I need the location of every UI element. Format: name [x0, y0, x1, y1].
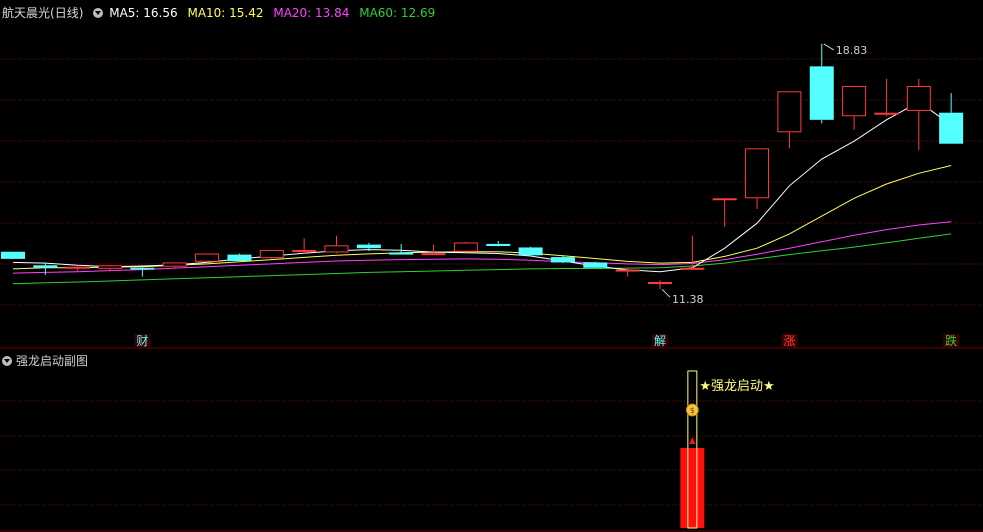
candle-body	[65, 266, 90, 269]
candle	[1, 251, 25, 259]
candlesticks	[1, 43, 964, 290]
collapse-icon[interactable]	[93, 8, 104, 18]
chart-svg: 18.83 11.38 财 解 涨 跌 $ ★强龙启动★	[0, 43, 983, 532]
low-pointer	[661, 288, 671, 298]
annotations: 18.83 11.38 财 解 涨 跌	[134, 43, 960, 348]
stock-name: 航天晨光(日线)	[2, 6, 83, 20]
collapse-icon[interactable]	[2, 356, 12, 366]
candle	[777, 91, 802, 149]
candle	[389, 243, 414, 255]
candle	[809, 43, 834, 124]
sub-panel-title: 强龙启动副图	[16, 354, 89, 368]
candle-body	[712, 198, 737, 201]
candle-body	[130, 267, 155, 270]
candle	[227, 253, 252, 262]
event-marker[interactable]: 涨	[781, 333, 798, 348]
candle-body	[227, 254, 252, 262]
candle-body	[195, 253, 220, 262]
signal-panel: $ ★强龙启动★	[680, 370, 775, 529]
candle-body	[874, 112, 899, 115]
candle-body	[615, 269, 640, 272]
candle-body	[1, 251, 25, 259]
candle	[195, 253, 220, 263]
candle	[874, 78, 899, 117]
ma5-line	[12, 101, 952, 273]
candle-body	[518, 247, 543, 256]
candle-body	[486, 243, 511, 247]
candle-body	[939, 112, 964, 144]
event-marker[interactable]: 财	[134, 334, 151, 348]
candle-body	[259, 249, 284, 259]
candle	[292, 238, 317, 254]
candle-body	[356, 244, 381, 249]
candle	[324, 235, 349, 254]
ma10-label: MA10: 15.42	[187, 6, 264, 20]
event-marker-text: 财	[136, 334, 148, 348]
candle	[453, 241, 478, 253]
signal-bar	[680, 448, 705, 528]
event-marker-text: 涨	[783, 333, 795, 348]
sub-panel-header: 强龙启动副图	[2, 352, 88, 369]
event-marker[interactable]: 跌	[943, 333, 960, 348]
ma20-label: MA20: 13.84	[273, 6, 350, 20]
candle-body	[583, 262, 608, 268]
signal-arrow-icon	[689, 437, 696, 444]
candle-body	[292, 249, 317, 252]
candle-body	[324, 245, 349, 253]
high-label: 18.83	[836, 44, 868, 57]
moving-averages	[12, 101, 952, 285]
candle	[583, 261, 608, 269]
candle-body	[421, 253, 446, 256]
ma60-label: MA60: 12.69	[359, 6, 436, 20]
candle	[550, 256, 575, 264]
candle	[939, 93, 964, 144]
signal-label: ★强龙启动★	[699, 379, 774, 394]
stock-name-text: 航天晨光	[2, 6, 51, 20]
candle-body	[550, 257, 575, 263]
candle	[648, 280, 672, 290]
sub-grid	[0, 400, 983, 506]
candle	[842, 85, 867, 130]
candle	[259, 249, 284, 259]
event-marker[interactable]: 解	[652, 334, 668, 348]
event-marker-text: 跌	[945, 333, 957, 348]
candle-body	[842, 85, 867, 117]
candle	[486, 241, 511, 247]
money-bag-glyph: $	[690, 406, 695, 415]
candle-body	[906, 85, 931, 111]
candle	[65, 265, 90, 272]
candle	[421, 244, 446, 256]
price-panel-header: 航天晨光(日线) MA5: 16.56 MA10: 15.42 MA20: 13…	[2, 4, 441, 20]
high-pointer	[823, 43, 835, 51]
ma5-label: MA5: 16.56	[109, 6, 178, 20]
candle-body	[777, 91, 802, 133]
candle-body	[33, 265, 58, 268]
price-grid	[0, 58, 983, 532]
candle-body	[162, 262, 187, 267]
candle	[745, 148, 770, 209]
event-marker-text: 解	[654, 334, 666, 348]
candle	[518, 246, 543, 257]
candle-body	[809, 66, 834, 120]
candle-body	[680, 267, 705, 270]
candle-body	[453, 242, 478, 252]
candle	[906, 78, 931, 151]
candle-body	[389, 252, 414, 255]
period-text: (日线)	[50, 6, 84, 20]
candle-body	[648, 282, 672, 285]
candle-body	[745, 148, 770, 199]
candle-body	[98, 265, 123, 269]
low-label: 11.38	[672, 293, 704, 306]
